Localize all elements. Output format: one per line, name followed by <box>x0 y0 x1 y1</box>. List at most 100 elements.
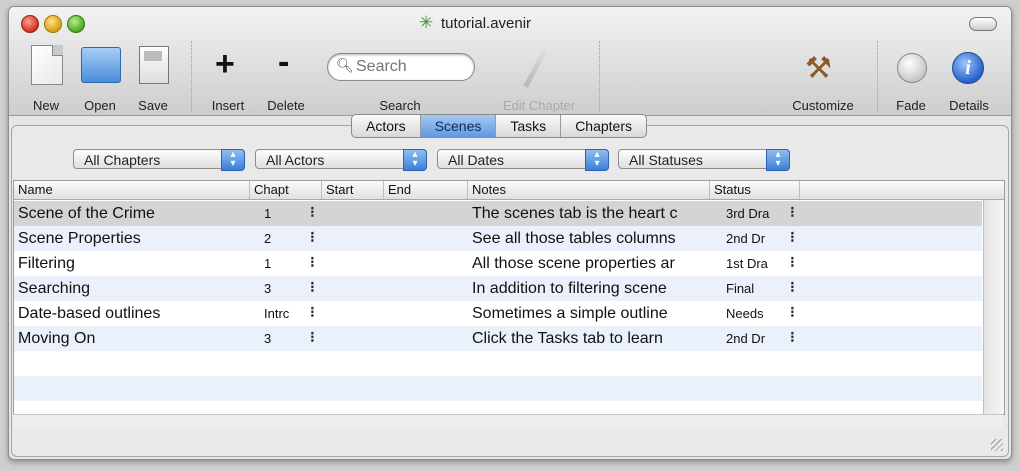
scene-notes: See all those tables columns <box>472 230 676 247</box>
column-header-chapter[interactable]: Chapt <box>250 181 322 199</box>
column-header-start[interactable]: Start <box>322 181 384 199</box>
status-stepper[interactable]: ⁝ <box>790 276 795 301</box>
chapters-filter-popup[interactable]: All Chapters ▴ ▾ <box>73 149 245 171</box>
toolbar-separator <box>599 41 600 111</box>
tools-icon: ⚒︎ <box>805 52 832 85</box>
column-header-end[interactable]: End <box>384 181 468 199</box>
save-label: Save <box>138 98 168 113</box>
scene-status: Needs <box>726 306 764 321</box>
actors-filter-popup[interactable]: All Actors ▴ ▾ <box>255 149 427 171</box>
zoom-window-button[interactable] <box>67 15 85 33</box>
chapter-stepper[interactable]: ⁝ <box>310 226 315 251</box>
chapters-filter-value: All Chapters <box>84 152 161 168</box>
chapter-stepper[interactable]: ⁝ <box>310 276 315 301</box>
info-icon: i <box>952 52 984 84</box>
tab-chapters[interactable]: Chapters <box>561 115 646 137</box>
empty-row <box>14 376 982 401</box>
status-stepper[interactable]: ⁝ <box>790 226 795 251</box>
column-header-notes[interactable]: Notes <box>468 181 710 199</box>
status-stepper[interactable]: ⁝ <box>790 301 795 326</box>
table-row[interactable]: Searching 3 ⁝ In addition to filtering s… <box>14 276 982 301</box>
chapter-stepper[interactable]: ⁝ <box>310 201 315 226</box>
leaf-icon: ✳ <box>419 13 434 32</box>
save-icon <box>139 46 169 84</box>
status-stepper[interactable]: ⁝ <box>790 201 795 226</box>
empty-row <box>14 351 982 376</box>
column-header-name[interactable]: Name <box>14 181 250 199</box>
new-label: New <box>32 98 59 113</box>
chapter-stepper[interactable]: ⁝ <box>310 301 315 326</box>
toolbar-toggle-button[interactable] <box>969 17 997 31</box>
vertical-scrollbar[interactable] <box>983 200 1004 414</box>
open-label: Open <box>84 98 116 113</box>
app-window: ✳ tutorial.avenir New Open Save + Insert… <box>8 6 1012 460</box>
column-header-status[interactable]: Status <box>710 181 800 199</box>
chapter-stepper[interactable]: ⁝ <box>310 251 315 276</box>
toolbar-separator <box>191 41 192 111</box>
scene-name: Searching <box>18 280 91 297</box>
scene-name: Moving On <box>18 330 96 347</box>
actors-filter-value: All Actors <box>266 152 325 168</box>
scene-notes: The scenes tab is the heart c <box>472 205 678 222</box>
delete-label: Delete <box>267 98 305 113</box>
column-header-spacer <box>800 181 1004 199</box>
scene-name: Scene Properties <box>18 230 141 247</box>
popup-arrows-icon: ▴ ▾ <box>403 149 427 171</box>
statuses-filter-value: All Statuses <box>629 152 703 168</box>
scene-name: Scene of the Crime <box>18 205 155 222</box>
popup-arrows-icon: ▴ ▾ <box>766 149 790 171</box>
scene-name: Date-based outlines <box>18 305 161 322</box>
scene-status: 2nd Dr <box>726 231 766 246</box>
scene-notes: All those scene properties ar <box>472 255 675 272</box>
new-document-icon <box>31 45 63 85</box>
tab-tasks[interactable]: Tasks <box>496 115 562 137</box>
horizontal-scrollbar[interactable] <box>13 414 1003 429</box>
resize-grip-icon[interactable] <box>991 439 1003 451</box>
scene-notes: Click the Tasks tab to learn <box>472 330 663 347</box>
scene-status: Final <box>726 281 755 296</box>
scene-notes: Sometimes a simple outline <box>472 305 668 322</box>
close-window-button[interactable] <box>21 15 39 33</box>
table-row[interactable]: Scene Properties 2 ⁝ See all those table… <box>14 226 982 251</box>
details-label: Details <box>949 98 989 113</box>
toolbar-separator <box>877 41 878 111</box>
scene-chapter: 3 <box>264 331 272 346</box>
chapter-stepper[interactable]: ⁝ <box>310 326 315 351</box>
scene-chapter: Intrc <box>264 306 290 321</box>
scene-chapter: 2 <box>264 231 272 246</box>
search-field[interactable]: 🔍︎ <box>327 53 475 81</box>
plus-icon: + <box>215 45 235 83</box>
window-title: tutorial.avenir <box>441 15 532 32</box>
scene-chapter: 3 <box>264 281 272 296</box>
table-header: Name Chapt Start End Notes Status <box>14 181 1004 200</box>
view-tabs: Actors Scenes Tasks Chapters <box>351 114 647 138</box>
status-stepper[interactable]: ⁝ <box>790 251 795 276</box>
scene-name: Filtering <box>18 255 75 272</box>
table-row[interactable]: Filtering 1 ⁝ All those scene properties… <box>14 251 982 276</box>
table-row[interactable]: Date-based outlines Intrc ⁝ Sometimes a … <box>14 301 982 326</box>
statuses-filter-popup[interactable]: All Statuses ▴ ▾ <box>618 149 790 171</box>
folder-icon <box>81 47 121 83</box>
search-icon: 🔍︎ <box>336 57 354 73</box>
fade-icon <box>897 53 927 83</box>
minimize-window-button[interactable] <box>44 15 62 33</box>
dates-filter-popup[interactable]: All Dates ▴ ▾ <box>437 149 609 171</box>
scene-status: 1st Dra <box>726 256 768 271</box>
table-row[interactable]: Moving On 3 ⁝ Click the Tasks tab to lea… <box>14 326 982 351</box>
dates-filter-value: All Dates <box>448 152 505 168</box>
scenes-table: Name Chapt Start End Notes Status Scene … <box>13 180 1005 415</box>
tab-scenes[interactable]: Scenes <box>420 115 497 137</box>
scene-status: 2nd Dr <box>726 331 766 346</box>
status-stepper[interactable]: ⁝ <box>790 326 795 351</box>
minus-icon: - <box>278 43 290 81</box>
search-input[interactable] <box>354 57 468 77</box>
insert-label: Insert <box>211 98 245 113</box>
fade-label: Fade <box>896 98 926 113</box>
customize-label: Customize <box>792 98 854 113</box>
scene-chapter: 1 <box>264 256 272 271</box>
toolbar: ✳ tutorial.avenir New Open Save + Insert… <box>9 7 1011 116</box>
tab-actors[interactable]: Actors <box>352 115 421 137</box>
edit-chapter-label: Edit Chapter <box>502 98 576 113</box>
popup-arrows-icon: ▴ ▾ <box>221 149 245 171</box>
table-row[interactable]: Scene of the Crime 1 ⁝ The scenes tab is… <box>14 201 982 226</box>
